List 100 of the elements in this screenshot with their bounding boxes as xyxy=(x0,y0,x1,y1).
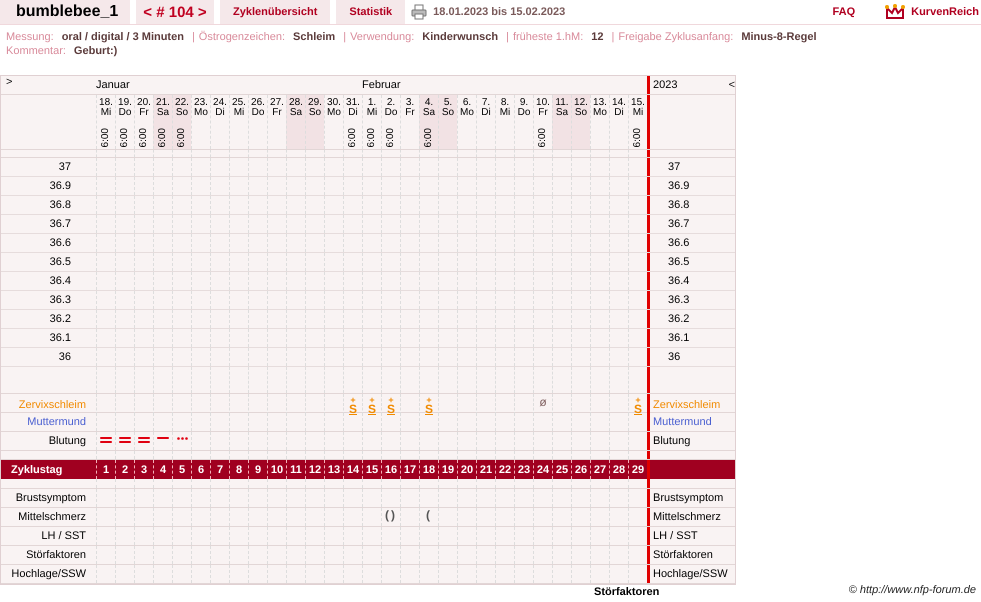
day-date: 30. xyxy=(327,98,341,108)
cycle-day-number: 5 xyxy=(172,460,191,479)
user-name: bumblebee_1 xyxy=(0,0,130,24)
measure-time: 6:00 xyxy=(367,128,377,148)
copyright-text: © http://www.nfp-forum.de xyxy=(848,584,976,596)
month-label: Januar xyxy=(96,79,130,91)
day-date: 22. xyxy=(175,98,189,108)
day-date: 24. xyxy=(213,98,227,108)
row-label: Mittelschmerz xyxy=(17,511,87,523)
next-arrow[interactable]: > xyxy=(1,76,96,88)
day-date: 20. xyxy=(137,98,151,108)
day-date: 4. xyxy=(424,98,434,108)
nav-tab[interactable]: Statistik xyxy=(336,0,406,24)
info-label: Messung: xyxy=(6,30,54,44)
measure-time: 6:00 xyxy=(139,128,149,148)
cycle-day-number: 25 xyxy=(552,460,571,479)
temperature-label: 36.5 xyxy=(667,256,690,268)
month-label: Februar xyxy=(362,79,401,91)
row-label: Hochlage/SSW xyxy=(652,568,729,580)
weekday: Di xyxy=(481,108,491,118)
separator: | xyxy=(192,30,195,44)
weekday: Do xyxy=(518,108,530,118)
info-label: Kommentar: xyxy=(6,44,66,58)
temperature-label: 36 xyxy=(667,351,682,363)
cycle-day-number: 19 xyxy=(438,460,457,479)
day-date: 31. xyxy=(346,98,360,108)
weekday: Mo xyxy=(593,108,607,118)
cycle-day-number: 1 xyxy=(96,460,115,479)
weekday: Sa xyxy=(422,108,436,118)
heavy-bleeding-icon xyxy=(119,437,131,443)
day-date: 13. xyxy=(593,98,607,108)
weekday: Mi xyxy=(234,108,244,118)
weekday: So xyxy=(176,108,188,118)
temperature-label: 36.8 xyxy=(48,199,72,211)
day-date: 27. xyxy=(270,98,284,108)
temperature-label: 36.1 xyxy=(667,332,690,344)
brand-name: KurvenReich xyxy=(911,6,979,18)
cycle-number-tab[interactable]: < # 104 > xyxy=(136,0,214,24)
info-label: Verwendung: xyxy=(350,30,414,44)
day-date: 1. xyxy=(368,98,376,108)
measure-time: 6:00 xyxy=(424,128,434,148)
faq-link[interactable]: FAQ xyxy=(832,6,856,18)
separator: | xyxy=(612,30,614,44)
cycle-day-number: 8 xyxy=(229,460,248,479)
cycle-day-number: 21 xyxy=(476,460,495,479)
temperature-label: 36.2 xyxy=(48,313,72,325)
day-date: 26. xyxy=(251,98,265,108)
temperature-label: 36.3 xyxy=(667,294,690,306)
weekday: Fr xyxy=(405,108,415,118)
weekday: So xyxy=(574,108,588,118)
row-label: Blutung xyxy=(652,435,692,447)
row-label: Brustsymptom xyxy=(652,492,724,504)
prev-arrow[interactable]: < xyxy=(728,79,735,91)
temperature-label: 36.7 xyxy=(48,218,72,230)
cycle-day-number: 10 xyxy=(267,460,286,479)
cycle-day-number: 16 xyxy=(381,460,400,479)
weekday: Mo xyxy=(194,108,208,118)
temperature-label: 36 xyxy=(58,351,72,363)
measure-time: 6:00 xyxy=(538,128,548,148)
weekday: Sa xyxy=(556,108,568,118)
cycle-day-number: 27 xyxy=(590,460,609,479)
heavy-bleeding-icon xyxy=(138,437,150,443)
temperature-label: 36.4 xyxy=(48,275,72,287)
cycle-day-number: 14 xyxy=(343,460,362,479)
row-label: Mittelschmerz xyxy=(652,511,722,523)
cycle-day-number: 4 xyxy=(153,460,172,479)
printer-icon[interactable] xyxy=(411,4,428,20)
temperature-label: 36.1 xyxy=(48,332,72,344)
crown-logo-icon xyxy=(885,4,906,20)
pain-symbol: ( xyxy=(426,510,432,520)
info-value: Minus-8-Regel xyxy=(741,30,817,44)
measure-time: 6:00 xyxy=(348,128,358,148)
weekday: Sa xyxy=(290,108,302,118)
row-label: Störfaktoren xyxy=(25,549,87,561)
legend-title: Störfaktoren xyxy=(594,586,660,598)
temperature-label: 37 xyxy=(667,161,682,173)
day-date: 2. xyxy=(386,98,396,108)
weekday: Di xyxy=(614,108,624,118)
measure-time: 6:00 xyxy=(386,128,396,148)
weekday: Do xyxy=(252,108,264,118)
nav-tab[interactable]: Zyklenübersicht xyxy=(220,0,330,24)
cycle-day-number: 22 xyxy=(495,460,514,479)
measure-time: 6:00 xyxy=(101,128,111,148)
row-label: LH / SST xyxy=(40,530,87,542)
weekday: Mi xyxy=(632,108,644,118)
day-date: 6. xyxy=(462,98,472,108)
info-value: oral / digital / 3 Minuten xyxy=(62,30,184,44)
weekday: Mi xyxy=(366,108,378,118)
separator: | xyxy=(506,30,509,44)
temperature-label: 36.4 xyxy=(667,275,690,287)
cycle-day-number: 13 xyxy=(324,460,343,479)
day-date: 28. xyxy=(289,98,303,108)
measure-time: 6:00 xyxy=(633,128,643,148)
temperature-label: 36.2 xyxy=(667,313,690,325)
temperature-label: 37 xyxy=(58,161,72,173)
row-label: Muttermund xyxy=(652,416,713,428)
info-value: Kinderwunsch xyxy=(422,30,498,44)
weekday: Do xyxy=(118,108,132,118)
day-date: 14. xyxy=(612,98,626,108)
cycle-day-label: Zyklustag xyxy=(10,464,64,476)
